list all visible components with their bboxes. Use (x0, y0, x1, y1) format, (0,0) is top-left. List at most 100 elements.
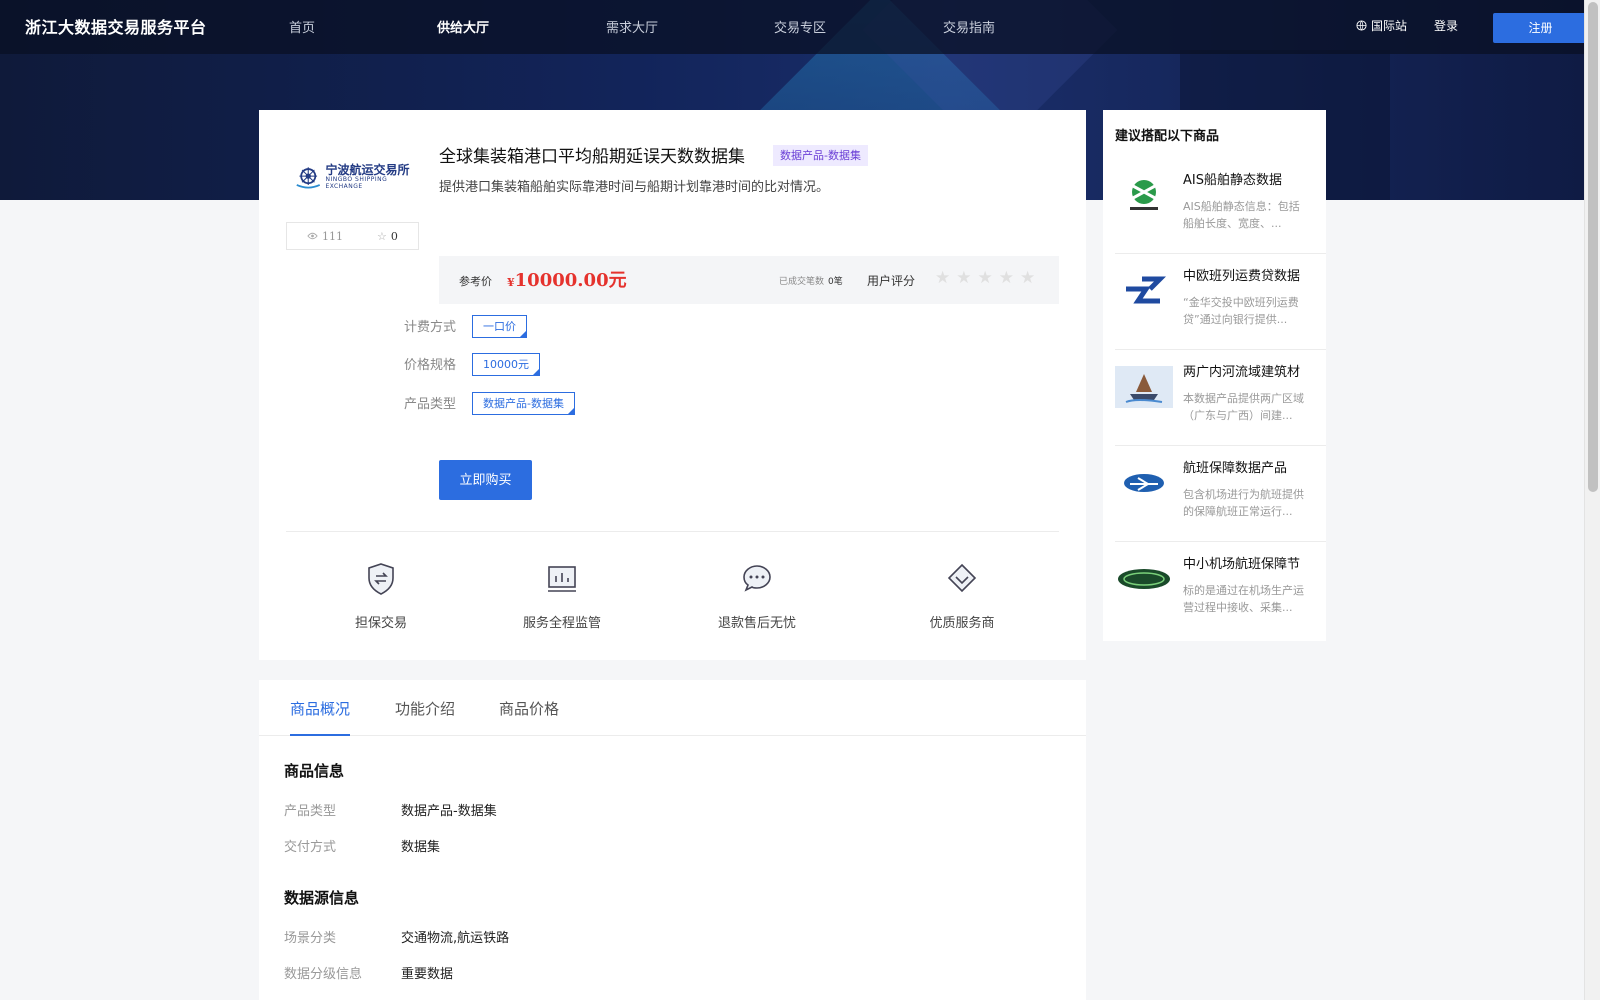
info-key: 产品类型 (284, 804, 337, 819)
recommended-item[interactable]: 中小机场航班保障节 标的是通过在机场生产运营过程中接收、采集... (1115, 544, 1326, 638)
info-value: 重要数据 (401, 967, 454, 982)
recommended-item-desc: 标的是通过在机场生产运营过程中接收、采集... (1183, 584, 1304, 614)
recommended-item-desc: “金华交投中欧班列运费贷”通过向银行提供... (1183, 296, 1299, 326)
feature-supervision: 服务全程监管 (517, 562, 607, 631)
login-link[interactable]: 登录 (1434, 17, 1458, 34)
monitor-chart-icon (548, 566, 576, 592)
price-amount: 10000.00元 (514, 270, 627, 291)
info-value: 数据产品-数据集 (401, 804, 497, 819)
top-nav: 浙江大数据交易服务平台 首页 供给大厅 需求大厅 交易专区 交易指南 国际站 登… (0, 0, 1588, 54)
product-title: 全球集装箱港口平均船期延误天数数据集 (439, 147, 745, 167)
product-thumbnail (1115, 462, 1173, 504)
info-key: 场景分类 (284, 931, 337, 946)
register-button[interactable]: 注册 (1493, 13, 1588, 43)
divider (286, 531, 1059, 532)
product-thumbnail (1115, 270, 1173, 312)
feature-refund: 退款售后无忧 (712, 562, 802, 631)
section-product-info: 商品信息 (284, 762, 345, 780)
recommended-item-name: 中小机场航班保障节 (1183, 557, 1301, 572)
rating-stars[interactable]: ★★★★★ (935, 268, 1041, 288)
feature-label: 担保交易 (354, 616, 407, 631)
billing-method-label: 计费方式 (404, 320, 457, 335)
recommendation-title: 建议搭配以下商品 (1115, 129, 1220, 144)
nav-trade-guide[interactable]: 交易指南 (943, 17, 995, 36)
nav-demand-hall[interactable]: 需求大厅 (606, 17, 658, 36)
recommended-item-desc: 包含机场进行为航班提供的保障航班正常运行... (1183, 488, 1304, 518)
price-spec-option[interactable]: 10000元 (472, 353, 540, 376)
info-value: 数据集 (401, 840, 441, 855)
deal-count-value: 0笔 (828, 277, 843, 287)
product-stats: 111 ☆ 0 (286, 222, 419, 250)
diamond-icon (947, 563, 977, 593)
details-card: 商品概况 功能介绍 商品价格 商品信息 产品类型 数据产品-数据集 交付方式 数… (259, 680, 1086, 1000)
scrollbar-thumb[interactable] (1588, 2, 1598, 492)
provider-name: 宁波航运交易所 (325, 163, 410, 177)
info-key: 数据分级信息 (284, 967, 363, 982)
product-thumbnail (1115, 558, 1173, 600)
provider-logo: 宁波航运交易所 NINGBO SHIPPING EXCHANGE (295, 162, 415, 192)
nav-trade-zone[interactable]: 交易专区 (774, 17, 826, 36)
favorite-count[interactable]: ☆ 0 (377, 230, 398, 243)
shield-exchange-icon (368, 563, 394, 595)
recommended-item-desc: 本数据产品提供两广区域（广东与广西）间建... (1183, 392, 1304, 422)
feature-label: 服务全程监管 (522, 616, 601, 631)
deal-count: 已成交笔数 0笔 (779, 274, 843, 287)
recommended-item-name: 航班保障数据产品 (1183, 461, 1288, 476)
recommended-item-name: AIS船舶静态数据 (1183, 173, 1282, 188)
favorite-count-value: 0 (390, 229, 398, 243)
product-thumbnail (1115, 174, 1173, 216)
feature-quality-provider: 优质服务商 (926, 562, 998, 631)
info-value: 交通物流,航运铁路 (401, 931, 510, 946)
product-type-label: 产品类型 (404, 397, 457, 412)
rating-label: 用户评分 (867, 274, 916, 288)
globe-icon (1356, 20, 1367, 31)
recommended-item[interactable]: 两广内河流域建筑材 本数据产品提供两广区域（广东与广西）间建... (1115, 352, 1326, 446)
recommended-item[interactable]: 航班保障数据产品 包含机场进行为航班提供的保障航班正常运行... (1115, 448, 1326, 542)
tab-features[interactable]: 功能介绍 (395, 698, 455, 719)
product-thumbnail (1115, 366, 1173, 408)
product-description: 提供港口集装箱船舶实际靠港时间与船期计划靠港时间的比对情况。 (439, 180, 830, 195)
chat-bubble-icon (743, 565, 771, 592)
price-label: 参考价 (459, 275, 492, 288)
recommended-item-desc: AIS船舶静态信息：包括船舶长度、宽度、... (1183, 200, 1300, 230)
product-type-option[interactable]: 数据产品-数据集 (472, 392, 575, 415)
section-data-source: 数据源信息 (284, 889, 360, 907)
product-tag: 数据产品-数据集 (773, 145, 868, 166)
nav-home[interactable]: 首页 (289, 17, 315, 36)
page-scrollbar[interactable] (1584, 0, 1600, 1000)
rail-logo-icon (1126, 276, 1166, 304)
info-key: 交付方式 (284, 840, 337, 855)
recommended-item[interactable]: 中欧班列运费贷数据 “金华交投中欧班列运费贷”通过向银行提供... (1115, 256, 1326, 350)
intl-site-link[interactable]: 国际站 (1356, 17, 1407, 34)
ais-logo-icon (1130, 180, 1158, 210)
price-value: ¥10000.00元 (507, 266, 627, 292)
tab-overview[interactable]: 商品概况 (290, 698, 351, 736)
recommendation-panel: 建议搭配以下商品 AIS船舶静态数据 AIS船舶静态信息：包括船舶长度、宽度、.… (1103, 110, 1326, 641)
eye-icon (307, 232, 318, 240)
site-logo[interactable]: 浙江大数据交易服务平台 (25, 14, 207, 38)
price-bar: 参考价 ¥10000.00元 已成交笔数 0笔 用户评分 ★★★★★ (439, 256, 1059, 304)
view-count-value: 111 (322, 229, 343, 243)
recommended-item-name: 两广内河流域建筑材 (1183, 365, 1301, 380)
product-card: 宁波航运交易所 NINGBO SHIPPING EXCHANGE 111 ☆ 0… (259, 110, 1086, 660)
airline-logo-icon (1124, 474, 1164, 492)
nav-supply-hall[interactable]: 供给大厅 (437, 17, 489, 36)
ship-icon (1125, 374, 1163, 403)
deal-count-label: 已成交笔数 (779, 277, 825, 287)
star-icon: ☆ (377, 229, 387, 243)
feature-label: 退款售后无忧 (717, 616, 796, 631)
recommended-item[interactable]: AIS船舶静态数据 AIS船舶静态信息：包括船舶长度、宽度、... (1115, 160, 1326, 254)
view-count: 111 (307, 230, 343, 243)
price-spec-label: 价格规格 (404, 358, 457, 373)
buy-now-button[interactable]: 立即购买 (439, 460, 532, 500)
provider-sub: NINGBO SHIPPING EXCHANGE (325, 176, 388, 190)
airport-logo-icon (1118, 569, 1170, 589)
details-tabs: 商品概况 功能介绍 商品价格 (259, 680, 1086, 736)
feature-label: 优质服务商 (929, 616, 995, 631)
feature-guarantee: 担保交易 (351, 562, 411, 631)
recommended-item-name: 中欧班列运费贷数据 (1183, 269, 1301, 284)
intl-site-label: 国际站 (1371, 19, 1408, 33)
billing-method-option[interactable]: 一口价 (472, 315, 527, 338)
tab-pricing[interactable]: 商品价格 (499, 698, 559, 719)
currency-symbol: ¥ (507, 276, 515, 289)
